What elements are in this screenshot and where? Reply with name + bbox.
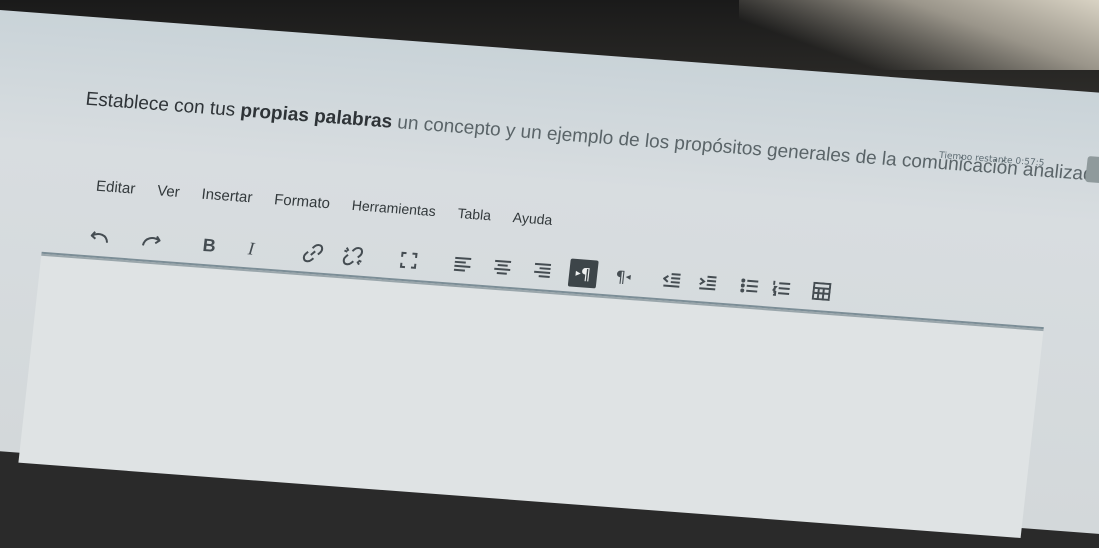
ambient-light: [739, 0, 1099, 70]
outdent-button[interactable]: [657, 265, 686, 295]
menu-insertar[interactable]: Insertar: [201, 186, 254, 207]
ltr-label: ¶: [579, 263, 592, 284]
fullscreen-button[interactable]: [394, 245, 423, 275]
outdent-icon: [662, 273, 681, 288]
question-header: Establece con tus propias palabras un co…: [82, 89, 1099, 205]
align-right-button[interactable]: [528, 255, 557, 285]
undo-icon: [90, 231, 109, 243]
indent-icon: [699, 275, 717, 291]
table-icon: [811, 281, 832, 302]
align-left-icon: [453, 256, 472, 272]
redo-icon: [141, 235, 161, 246]
bullet-list-icon: [740, 278, 759, 293]
bold-button[interactable]: B: [195, 230, 224, 260]
rtl-direction-button[interactable]: ¶ ◂: [608, 261, 639, 291]
numbered-list-icon: [771, 280, 791, 296]
prompt-text-end: un concepto y un ejemplo de los propósit…: [396, 112, 1099, 193]
menu-tabla[interactable]: Tabla: [457, 205, 492, 224]
editor-menubar: Editar Ver Insertar Formato Herramientas…: [95, 178, 553, 229]
unlink-icon: [342, 247, 364, 266]
numbered-list-button[interactable]: [767, 273, 796, 303]
editor-toolbar: B I ▸ ¶ ¶ ◂: [77, 222, 832, 302]
menu-formato[interactable]: Formato: [273, 191, 331, 212]
rtl-arrow-icon: ◂: [625, 271, 632, 283]
menu-herramientas[interactable]: Herramientas: [351, 197, 437, 220]
align-left-button[interactable]: [448, 250, 477, 280]
menu-editar[interactable]: Editar: [95, 178, 136, 198]
undo-button[interactable]: [85, 222, 116, 252]
text-editor-area[interactable]: [18, 251, 1044, 539]
align-right-icon: [534, 262, 552, 278]
bullet-list-button[interactable]: [735, 271, 764, 301]
screen: Establece con tus propias palabras un co…: [0, 10, 1099, 539]
align-center-button[interactable]: [488, 253, 517, 283]
menu-ayuda[interactable]: Ayuda: [512, 209, 553, 229]
unlink-button[interactable]: [338, 241, 367, 271]
align-center-icon: [494, 259, 512, 275]
fullscreen-icon: [399, 251, 418, 269]
prompt-text-start: Establece con tus: [84, 88, 242, 122]
insert-table-button[interactable]: [807, 276, 836, 306]
prompt-bold-text: propias palabras: [239, 100, 394, 133]
italic-button[interactable]: I: [237, 234, 266, 264]
question-prompt: Establece con tus propias palabras un co…: [84, 89, 1099, 194]
link-icon: [302, 244, 324, 263]
indent-button[interactable]: [693, 268, 722, 298]
link-button[interactable]: [299, 238, 328, 268]
timer-toggle-button[interactable]: [1085, 155, 1099, 187]
ltr-direction-button[interactable]: ▸ ¶: [567, 258, 599, 289]
menu-ver[interactable]: Ver: [156, 182, 180, 201]
redo-button[interactable]: [135, 226, 166, 256]
